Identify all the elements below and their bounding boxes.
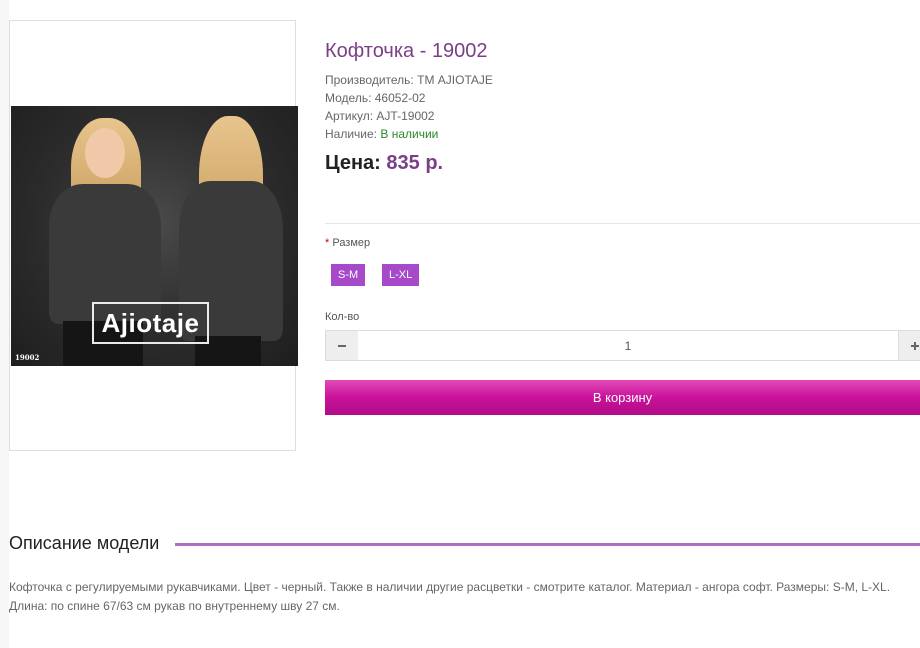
stock-row: Наличие: В наличии [325,127,438,141]
size-option-l-xl[interactable]: L-XL [382,264,420,286]
size-label-text: Размер [332,237,371,249]
model-label: Модель: [325,91,372,105]
section-divider [325,223,920,224]
page-left-strip [0,0,9,648]
stock-label: Наличие: [325,127,378,141]
price-row: Цена: 835 р. [325,152,443,175]
sku-label: Артикул: [325,109,374,123]
size-option-s-m[interactable]: S-M [331,264,366,286]
product-image-frame[interactable]: Ajiotaje 19002 [9,20,298,451]
model-row: Модель: 46052-02 [325,91,425,105]
quantity-label: Кол-во [325,311,360,323]
sku-row: Артикул: AJT-19002 [325,109,434,123]
manufacturer-label: Производитель: [325,73,414,87]
quantity-input[interactable] [358,331,898,360]
price-value: 835 р. [386,152,444,174]
product-title: Кофточка - 19002 [325,40,488,62]
stock-status: В наличии [380,127,439,141]
plus-icon[interactable] [898,331,920,360]
size-option-label: * Размер [325,237,370,249]
description-text: Кофточка с регулируемыми рукавчиками. Цв… [9,580,891,613]
manufacturer-link[interactable]: ТМ AJIOTAJE [417,73,493,87]
description-heading: Описание модели [9,533,168,554]
add-to-cart-button[interactable]: В корзину [325,380,920,415]
description-heading-line [175,543,920,546]
manufacturer-row: Производитель: ТМ AJIOTAJE [325,73,493,87]
model-value: 46052-02 [374,91,426,105]
sku-value: AJT-19002 [376,109,435,123]
price-label: Цена: [325,152,381,174]
minus-icon[interactable] [326,331,359,360]
quantity-stepper [325,330,920,361]
brand-logo: Ajiotaje [92,302,209,344]
required-mark: * [325,237,330,249]
product-photo[interactable]: Ajiotaje 19002 [11,106,298,366]
photo-code: 19002 [15,353,40,362]
